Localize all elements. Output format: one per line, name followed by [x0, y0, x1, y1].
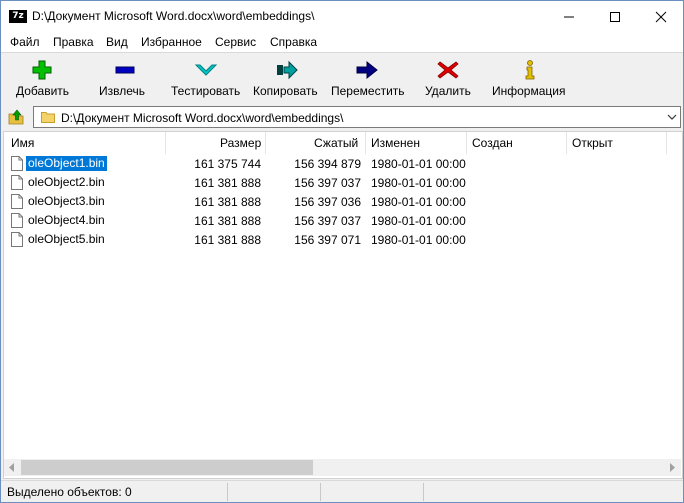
plus-icon — [32, 60, 52, 80]
address-row: D:\Документ Microsoft Word.docx\word\emb… — [1, 104, 683, 130]
file-name[interactable]: oleObject2.bin — [26, 175, 107, 190]
column-header-packed[interactable]: Сжатый — [314, 132, 358, 154]
address-bar[interactable]: D:\Документ Microsoft Word.docx\word\emb… — [33, 106, 681, 128]
move-arrow-icon — [356, 60, 378, 80]
file-modified: 1980-01-01 00:00 — [371, 195, 466, 209]
file-name[interactable]: oleObject4.bin — [26, 213, 107, 228]
scroll-thumb[interactable] — [21, 460, 313, 475]
window-title: D:\Документ Microsoft Word.docx\word\emb… — [32, 9, 315, 23]
close-button[interactable] — [638, 1, 683, 32]
file-size: 161 381 888 — [194, 214, 261, 228]
file-modified: 1980-01-01 00:00 — [371, 233, 466, 247]
delete-label: Удалить — [425, 84, 471, 98]
delete-x-icon — [437, 61, 459, 79]
minimize-button[interactable] — [546, 1, 592, 32]
scroll-left-icon[interactable] — [9, 463, 15, 472]
minimize-icon — [564, 16, 574, 18]
minus-icon — [115, 66, 135, 74]
info-label: Информация — [492, 84, 566, 98]
file-icon — [11, 194, 23, 209]
info-icon — [525, 60, 535, 80]
column-header-created[interactable]: Создан — [472, 132, 513, 154]
file-row[interactable]: oleObject1.bin 161 375 744 156 394 879 1… — [4, 155, 682, 174]
add-button[interactable]: Добавить — [7, 53, 77, 103]
column-divider[interactable] — [365, 132, 366, 154]
copy-arrow-icon — [277, 60, 298, 80]
file-row[interactable]: oleObject2.bin 161 381 888 156 397 037 1… — [4, 174, 682, 193]
add-label: Добавить — [16, 84, 70, 98]
file-name[interactable]: oleObject5.bin — [26, 232, 107, 247]
column-header-accessed[interactable]: Открыт — [572, 132, 613, 154]
file-modified: 1980-01-01 00:00 — [371, 157, 466, 171]
extract-label: Извлечь — [99, 84, 146, 98]
file-size: 161 381 888 — [194, 176, 261, 190]
column-divider[interactable] — [566, 132, 567, 154]
file-modified: 1980-01-01 00:00 — [371, 176, 466, 190]
file-row[interactable]: oleObject4.bin 161 381 888 156 397 037 1… — [4, 212, 682, 231]
7zip-app-icon[interactable]: 7z — [9, 10, 27, 23]
status-divider — [227, 483, 228, 501]
column-header-name[interactable]: Имя — [11, 132, 34, 154]
file-packed-size: 156 397 036 — [294, 195, 361, 209]
file-row[interactable]: oleObject3.bin 161 381 888 156 397 036 1… — [4, 193, 682, 212]
move-label: Переместить — [331, 84, 405, 98]
toolbar: Добавить Извлечь Тестировать Копировать — [1, 52, 683, 103]
menu-file[interactable]: Файл — [10, 35, 40, 49]
test-button[interactable]: Тестировать — [166, 53, 246, 103]
status-divider — [320, 483, 321, 501]
maximize-button[interactable] — [592, 1, 638, 32]
file-list[interactable]: Имя Размер Сжатый Изменен Создан Открыт … — [3, 131, 683, 479]
file-size: 161 375 744 — [194, 157, 261, 171]
column-header-size[interactable]: Размер — [220, 132, 261, 154]
horizontal-scrollbar[interactable] — [4, 459, 681, 476]
file-name[interactable]: oleObject1.bin — [25, 155, 108, 172]
file-packed-size: 156 397 037 — [294, 214, 361, 228]
check-chevron-icon — [194, 64, 218, 76]
menu-favorites[interactable]: Избранное — [141, 35, 202, 49]
menu-view[interactable]: Вид — [106, 35, 128, 49]
copy-button[interactable]: Копировать — [249, 53, 325, 103]
file-packed-size: 156 397 037 — [294, 176, 361, 190]
file-size: 161 381 888 — [194, 233, 261, 247]
file-name[interactable]: oleObject3.bin — [26, 194, 107, 209]
menu-tools[interactable]: Сервис — [215, 35, 256, 49]
column-divider[interactable] — [165, 132, 166, 154]
close-icon — [655, 11, 667, 23]
selection-count: Выделено объектов: 0 — [7, 485, 132, 499]
menu-edit[interactable]: Правка — [53, 35, 94, 49]
test-label: Тестировать — [171, 84, 241, 98]
menu-bar: Файл Правка Вид Избранное Сервис Справка — [1, 32, 683, 52]
maximize-icon — [610, 12, 620, 22]
folder-icon — [41, 112, 55, 123]
file-packed-size: 156 394 879 — [294, 157, 361, 171]
column-divider[interactable] — [466, 132, 467, 154]
delete-button[interactable]: Удалить — [421, 53, 475, 103]
folder-up-icon[interactable] — [7, 108, 25, 126]
file-size: 161 381 888 — [194, 195, 261, 209]
file-icon — [11, 175, 23, 190]
copy-label: Копировать — [253, 84, 318, 98]
column-header-modified[interactable]: Изменен — [371, 132, 420, 154]
file-packed-size: 156 397 071 — [294, 233, 361, 247]
extract-button[interactable]: Извлечь — [93, 53, 157, 103]
menu-help[interactable]: Справка — [270, 35, 317, 49]
app-window: 7z D:\Документ Microsoft Word.docx\word\… — [0, 0, 684, 503]
chevron-down-icon[interactable] — [667, 114, 677, 121]
file-modified: 1980-01-01 00:00 — [371, 214, 466, 228]
file-icon — [11, 213, 23, 228]
status-divider — [423, 483, 424, 501]
address-path: D:\Документ Microsoft Word.docx\word\emb… — [61, 111, 344, 125]
column-divider[interactable] — [666, 132, 667, 154]
status-bar: Выделено объектов: 0 — [1, 480, 683, 502]
scroll-right-icon[interactable] — [670, 463, 676, 472]
file-row[interactable]: oleObject5.bin 161 381 888 156 397 071 1… — [4, 231, 682, 250]
file-icon — [11, 232, 23, 247]
column-divider[interactable] — [265, 132, 266, 154]
title-bar[interactable]: 7z D:\Документ Microsoft Word.docx\word\… — [1, 1, 683, 32]
file-icon — [11, 156, 23, 171]
info-button[interactable]: Информация — [489, 53, 571, 103]
move-button[interactable]: Переместить — [327, 53, 407, 103]
